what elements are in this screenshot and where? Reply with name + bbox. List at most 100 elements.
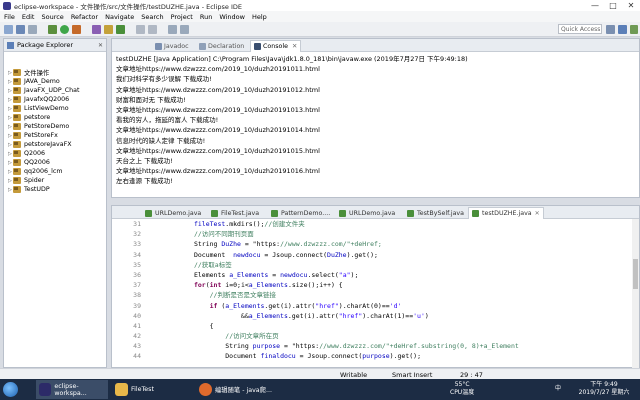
clock[interactable]: 下午 9:49 2019/7/27 星期六 <box>574 381 634 397</box>
tree-item-project[interactable]: ▷ Spider <box>4 176 106 185</box>
run-icon[interactable] <box>60 25 69 34</box>
debug-perspective-icon[interactable] <box>630 25 638 34</box>
project-folder-icon <box>13 105 21 112</box>
package-explorer: Package Explorer ✕ ▷ 文件操作 ▷ JAVA_Demo ▷ JavaF… <box>3 38 107 368</box>
editor-tab-label: URLDemo.java <box>349 209 396 217</box>
code-line: //获取a标签 <box>193 260 232 269</box>
new-java-project-icon[interactable] <box>92 25 101 34</box>
close-icon[interactable]: ✕ <box>292 43 297 50</box>
new-icon[interactable] <box>4 25 13 34</box>
scrollbar-thumb[interactable] <box>633 259 638 289</box>
line-number: 35 <box>133 260 141 269</box>
tree-item-project[interactable]: ▷ PetStoreFx <box>4 131 106 140</box>
console-line: 财富和面对无 下载成功! <box>116 95 186 104</box>
new-package-icon[interactable] <box>104 25 113 34</box>
tree-item-project[interactable]: ▷ PetStoreDemo <box>4 122 106 131</box>
tree-item-project[interactable]: ▷ qq2006_lcm <box>4 167 106 176</box>
save-all-icon[interactable] <box>28 25 37 34</box>
project-folder-icon <box>13 69 21 76</box>
maximize-button[interactable]: □ <box>604 0 622 11</box>
line-number: 39 <box>133 301 141 310</box>
console-tab-bar: Javadoc Declaration Console ✕ <box>112 39 639 52</box>
code-line: Document finaldocu = Jsoup.connect(purpo… <box>147 352 421 361</box>
console-output[interactable]: testDUZHE [Java Application] C:\Program … <box>112 52 639 188</box>
console-line: 文章地址https://www.dzwzzz.com/2019_10/duzh2… <box>116 126 320 135</box>
menu-edit[interactable]: Edit <box>22 13 35 21</box>
editor-tab-label: URLDemo.java <box>155 209 202 217</box>
line-number: 41 <box>133 321 141 330</box>
menu-refactor[interactable]: Refactor <box>71 13 98 21</box>
menu-bar: File Edit Source Refactor Navigate Searc… <box>0 11 640 22</box>
project-folder-icon <box>13 177 21 184</box>
quick-access-input[interactable]: Quick Access <box>558 24 602 34</box>
editor-tab[interactable]: TestBySelf.java <box>404 207 467 219</box>
tree-item-project[interactable]: ▷ JavaFX_UDP_Chat <box>4 86 106 95</box>
code-line: //访问不同期刊页面 <box>193 230 254 239</box>
close-icon[interactable]: ✕ <box>535 210 540 217</box>
menu-source[interactable]: Source <box>41 13 63 21</box>
start-button[interactable] <box>3 382 18 397</box>
close-button[interactable]: ✕ <box>622 0 640 11</box>
tree-item-project[interactable]: ▷ ListViewDemo <box>4 104 106 113</box>
java-file-icon <box>271 209 278 217</box>
tree-item-label: 文件操作 <box>24 70 50 77</box>
tab-console[interactable]: Console ✕ <box>250 40 302 52</box>
tree-item-project[interactable]: ▷ petstore <box>4 113 106 122</box>
menu-file[interactable]: File <box>4 13 15 21</box>
java-perspective-icon[interactable] <box>618 25 627 34</box>
editor-tab[interactable]: FileTest.java <box>208 207 262 219</box>
minimize-button[interactable]: — <box>586 0 604 11</box>
tree-item-project[interactable]: ▷ JavafxQQ2006 <box>4 95 106 104</box>
editor-tab[interactable]: URLDemo.java <box>336 207 398 219</box>
external-tools-icon[interactable] <box>72 25 81 34</box>
code-line: Document newdocu = Jsoup.connect(DuZhe).… <box>147 250 378 259</box>
taskbar-app-eclipse[interactable]: eclipse-workspa... <box>36 380 108 399</box>
open-type-icon[interactable] <box>136 25 145 34</box>
console-line: 天台之上 下载成功! <box>116 156 173 165</box>
forward-icon[interactable] <box>180 25 189 34</box>
tree-item-project[interactable]: ▷ JAVA_Demo <box>4 77 106 86</box>
menu-run[interactable]: Run <box>200 13 212 21</box>
taskbar-app-filetest[interactable]: FileTest <box>112 380 184 399</box>
tab-javadoc[interactable]: Javadoc <box>152 40 192 52</box>
close-icon[interactable]: ✕ <box>98 42 103 49</box>
menu-navigate[interactable]: Navigate <box>105 13 134 21</box>
menu-window[interactable]: Window <box>219 13 245 21</box>
editor-tab[interactable]: URLDemo.java <box>142 207 204 219</box>
line-number: 33 <box>133 240 141 249</box>
menu-project[interactable]: Project <box>171 13 193 21</box>
tree-item-label: petstore <box>24 114 51 121</box>
eclipse-icon <box>3 1 11 10</box>
ime-indicator[interactable]: 中 <box>555 385 561 393</box>
back-icon[interactable] <box>168 25 177 34</box>
menu-search[interactable]: Search <box>141 13 163 21</box>
editor-tab[interactable]: testDUZHE.java ✕ <box>468 207 544 219</box>
tree-item-project[interactable]: ▷ QQ2006 <box>4 158 106 167</box>
console-line: 文章地址https://www.dzwzzz.com/2019_10/duzh2… <box>116 167 320 176</box>
tree-item-project[interactable]: ▷ Q2006 <box>4 149 106 158</box>
code-line: if (a_Elements.get(i).attr("href").charA… <box>209 301 402 310</box>
debug-icon[interactable] <box>48 25 57 34</box>
code-area[interactable]: fileTest.mkdirs();//创建文件夹 //访问不同期刊页面 Str… <box>147 219 519 362</box>
save-icon[interactable] <box>16 25 25 34</box>
search-icon[interactable] <box>148 25 157 34</box>
package-explorer-header: Package Explorer ✕ <box>4 39 106 52</box>
menu-help[interactable]: Help <box>252 13 267 21</box>
tree-item-label: petstoreJavaFX <box>24 141 72 148</box>
tree-item-project[interactable]: ▷ 文件操作 <box>4 68 106 77</box>
code-line: //访问文章所在页 <box>225 332 279 341</box>
tab-declaration[interactable]: Declaration <box>196 40 247 52</box>
taskbar-app-browser[interactable]: 编辑随笔 - java爬... <box>196 380 272 399</box>
tree-item-label: QQ2006 <box>24 159 50 166</box>
line-number: 31 <box>133 220 141 228</box>
window-title: eclipse-workspace - 文件操作/src/文件操作/testDU… <box>14 2 243 11</box>
tree-item-label: Q2006 <box>24 150 45 157</box>
console-icon <box>254 43 261 50</box>
tree-item-project[interactable]: ▷ TestUDP <box>4 185 106 194</box>
open-perspective-icon[interactable] <box>606 25 615 34</box>
vertical-scrollbar[interactable] <box>632 219 639 368</box>
new-class-icon[interactable] <box>116 25 125 34</box>
clock-time: 下午 9:49 <box>590 381 618 388</box>
editor-tab[interactable]: PatternDemo.... <box>268 207 333 219</box>
tree-item-project[interactable]: ▷ petstoreJavaFX <box>4 140 106 149</box>
